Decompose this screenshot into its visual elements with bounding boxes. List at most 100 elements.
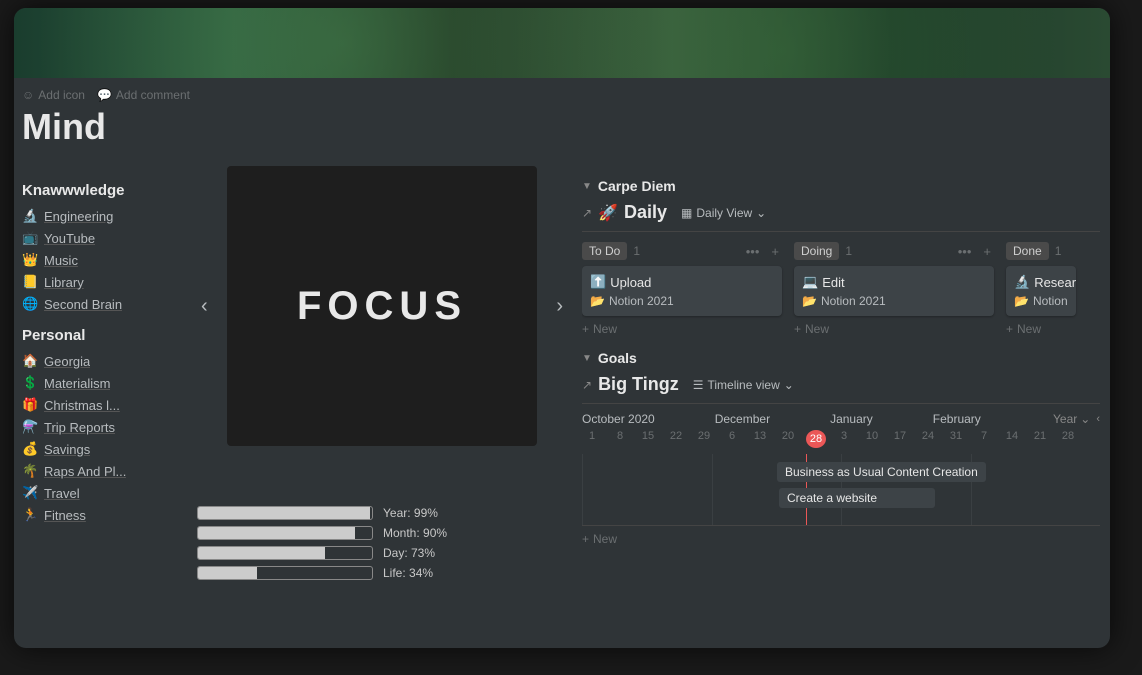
- card-subtitle: Notion: [1033, 294, 1068, 308]
- plus-icon: +: [794, 322, 801, 336]
- date-label: 15: [638, 430, 658, 448]
- sidebar-item-library[interactable]: 📒Library: [22, 271, 182, 293]
- board-card[interactable]: 💻Edit 📂Notion 2021: [794, 266, 994, 316]
- card-emoji: 🔬: [1014, 274, 1030, 290]
- knowledge-heading: Knawwwledge: [22, 182, 182, 199]
- date-label: 13: [750, 430, 770, 448]
- folder-icon: 📂: [802, 294, 817, 308]
- column-more-icon[interactable]: •••: [743, 244, 763, 259]
- sidebar-item-georgia[interactable]: 🏠 Georgia: [22, 350, 182, 372]
- daily-db-name[interactable]: Daily: [624, 202, 667, 223]
- card-title: Resear: [1034, 275, 1076, 290]
- sidebar-item-youtube[interactable]: 📺YouTube: [22, 227, 182, 249]
- big-tingz-db-name[interactable]: Big Tingz: [598, 374, 679, 395]
- column-count: 1: [845, 244, 852, 258]
- date-label: 28: [1058, 430, 1078, 448]
- link-arrow-icon: ↗: [582, 206, 592, 220]
- add-comment-button[interactable]: 💬 Add comment: [97, 88, 190, 102]
- item-label: Fitness: [44, 508, 86, 523]
- date-label: 21: [1030, 430, 1050, 448]
- item-emoji: 🌐: [22, 296, 38, 312]
- date-label: 8: [610, 430, 630, 448]
- item-label: Second Brain: [44, 297, 122, 312]
- item-label: YouTube: [44, 231, 95, 246]
- month-label: January: [830, 412, 873, 426]
- add-comment-label: Add comment: [116, 88, 190, 102]
- column-new-button[interactable]: +New: [582, 322, 782, 336]
- date-label: 17: [890, 430, 910, 448]
- sidebar-item-trip-reports[interactable]: ⚗️Trip Reports: [22, 416, 182, 438]
- item-label: Georgia: [44, 354, 90, 369]
- item-emoji: ⚗️: [22, 419, 38, 435]
- carpe-diem-toggle[interactable]: ▼ Carpe Diem: [582, 178, 1100, 194]
- date-label: 20: [778, 430, 798, 448]
- sidebar-item-second-brain[interactable]: 🌐 Second Brain: [22, 293, 182, 315]
- column-new-button[interactable]: +New: [1006, 322, 1076, 336]
- sidebar-item-christmas-l-[interactable]: 🎁Christmas l...: [22, 394, 182, 416]
- month-label: February: [933, 412, 981, 426]
- item-label: Savings: [44, 442, 90, 457]
- smiley-icon: ☺: [22, 88, 34, 102]
- progress-row: Day: 73%: [197, 546, 557, 560]
- progress-row: Year: 99%: [197, 506, 557, 520]
- progress-bar: [197, 566, 373, 580]
- cover-image[interactable]: [14, 8, 1110, 78]
- timeline-view-selector[interactable]: ☰ Timeline view ⌄: [693, 378, 794, 392]
- add-icon-button[interactable]: ☺ Add icon: [22, 88, 85, 102]
- progress-label: Year: 99%: [383, 506, 438, 520]
- progress-label: Month: 90%: [383, 526, 447, 540]
- board-card[interactable]: ⬆️Upload 📂Notion 2021: [582, 266, 782, 316]
- item-label: Christmas l...: [44, 398, 120, 413]
- timeline-new-button[interactable]: + New: [582, 532, 1100, 546]
- daily-view-selector[interactable]: ▦ Daily View ⌄: [681, 206, 766, 220]
- timeline-bar-create-website[interactable]: Create a website: [779, 488, 935, 508]
- column-count: 1: [633, 244, 640, 258]
- progress-label: Day: 73%: [383, 546, 435, 560]
- progress-bars: Year: 99% Month: 90% Day: 73% Life: 34%: [197, 506, 557, 586]
- folder-icon: 📂: [1014, 294, 1029, 308]
- progress-row: Life: 34%: [197, 566, 557, 580]
- progress-bar: [197, 506, 373, 520]
- date-label: 31: [946, 430, 966, 448]
- sidebar-item-music[interactable]: 👑Music: [22, 249, 182, 271]
- column-add-icon[interactable]: +: [768, 244, 782, 259]
- year-selector[interactable]: Year ⌄: [1053, 412, 1090, 426]
- timeline-prev[interactable]: ‹: [1096, 413, 1100, 425]
- sidebar-item-travel[interactable]: ✈️ Travel: [22, 482, 182, 504]
- chevron-down-icon: ⌄: [1080, 412, 1090, 426]
- column-tag: Done: [1006, 242, 1049, 260]
- item-emoji: ✈️: [22, 485, 38, 501]
- item-emoji: 🏠: [22, 353, 38, 369]
- item-emoji: 🔬: [22, 208, 38, 224]
- comment-icon: 💬: [97, 88, 112, 102]
- triangle-down-icon: ▼: [582, 181, 592, 192]
- folder-icon: 📂: [590, 294, 605, 308]
- sidebar-item-engineering[interactable]: 🔬Engineering: [22, 205, 182, 227]
- item-emoji: 💲: [22, 375, 38, 391]
- plus-icon: +: [582, 532, 589, 546]
- card-emoji: ⬆️: [590, 274, 606, 290]
- item-emoji: 💰: [22, 441, 38, 457]
- sidebar: Knawwwledge 🔬Engineering📺YouTube👑Music📒L…: [22, 178, 182, 586]
- goals-toggle[interactable]: ▼ Goals: [582, 350, 1100, 366]
- sidebar-item-savings[interactable]: 💰 Savings: [22, 438, 182, 460]
- column-add-icon[interactable]: +: [980, 244, 994, 259]
- item-label: Travel: [44, 486, 80, 501]
- sidebar-item-materialism[interactable]: 💲Materialism: [22, 372, 182, 394]
- item-emoji: 🌴: [22, 463, 38, 479]
- item-emoji: 📒: [22, 274, 38, 290]
- month-label: October 2020: [582, 412, 655, 426]
- board-card[interactable]: 🔬 Resear 📂 Notion: [1006, 266, 1076, 316]
- sidebar-item-fitness[interactable]: 🏃Fitness: [22, 504, 182, 526]
- sidebar-item-raps-and-pl-[interactable]: 🌴Raps And Pl...: [22, 460, 182, 482]
- card-subtitle: Notion 2021: [821, 294, 886, 308]
- column-new-button[interactable]: +New: [794, 322, 994, 336]
- carousel-next[interactable]: ›: [548, 287, 571, 326]
- personal-heading: Personal: [22, 327, 182, 344]
- card-title: Upload: [610, 275, 651, 290]
- add-icon-label: Add icon: [38, 88, 85, 102]
- timeline-bar-content-creation[interactable]: Business as Usual Content Creation: [777, 462, 986, 482]
- carousel-prev[interactable]: ‹: [193, 287, 216, 326]
- progress-bar: [197, 546, 373, 560]
- column-more-icon[interactable]: •••: [955, 244, 975, 259]
